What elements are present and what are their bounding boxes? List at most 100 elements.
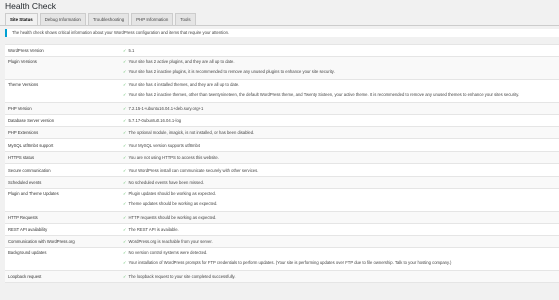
status-label: MySQL utf8mb4 support	[8, 142, 54, 148]
status-message-text: Your site has 2 inactive themes, other t…	[128, 92, 520, 97]
status-message: ✓ 5.7.17-0ubuntu0.16.04.1-log	[123, 118, 557, 123]
status-message: ✓ Your WordPress install can communicate …	[123, 168, 557, 173]
tab-troubleshooting[interactable]: Troubleshooting	[87, 13, 130, 25]
status-message-text: WordPress.org is reachable from your ser…	[128, 239, 213, 244]
check-icon: ✓	[123, 142, 127, 148]
status-message: ✓ WordPress.org is reachable from your se…	[123, 239, 557, 244]
status-message: ✓ HTTP requests should be working as expe…	[123, 215, 557, 220]
status-label: Communication with WordPress.org	[8, 239, 75, 244]
status-values: ✓ 5.7.17-0ubuntu0.16.04.1-log	[123, 115, 557, 126]
status-message: ✓ The REST API is available.	[123, 227, 557, 232]
status-label: WordPress Version	[8, 48, 44, 53]
status-label: PHP Extensions	[8, 130, 39, 135]
status-label: Plugin Versions	[8, 59, 37, 64]
check-icon: ✓	[123, 201, 127, 206]
status-label: Database Server version	[8, 118, 55, 123]
tab-debug-information[interactable]: Debug Information	[39, 13, 86, 25]
status-row: PHP Version ✓ 7.2.15-1+ubuntu16.04.1+deb.s…	[5, 103, 559, 115]
status-label: Secure communication	[8, 167, 51, 173]
check-icon: ✓	[123, 82, 127, 87]
status-values: ✓ No version control systems were detecte…	[123, 248, 557, 270]
status-label: HTTP Requests	[8, 215, 38, 220]
check-icon: ✓	[123, 250, 127, 255]
tab-tools[interactable]: Tools	[175, 13, 196, 25]
status-row: Theme Versions ✓ Your site has 4 installed…	[5, 80, 559, 103]
status-row: Plugin Versions ✓ Your site has 2 active p…	[5, 57, 559, 80]
check-icon: ✓	[123, 69, 127, 74]
check-icon: ✓	[123, 180, 127, 185]
status-message-text: Your WordPress install can communicate s…	[128, 167, 259, 173]
status-row: REST API availability ✓ The REST API is av…	[5, 224, 559, 236]
status-row: Database Server version ✓ 5.7.17-0ubuntu0.…	[5, 115, 559, 127]
status-row: Secure communication ✓ Your WordPress inst…	[5, 164, 559, 177]
check-icon: ✓	[123, 191, 127, 196]
status-values: ✓ Your site has 4 installed themes, and t…	[123, 80, 557, 102]
status-label: Scheduled events	[8, 180, 42, 185]
page-title: Health Check	[5, 1, 57, 11]
check-icon: ✓	[123, 155, 127, 160]
status-message: ✓ The loopback request to your site compl…	[123, 274, 557, 279]
check-icon: ✓	[123, 59, 127, 64]
status-values: ✓ Your MySQL version supports utf8mb4	[123, 139, 557, 151]
status-row: Loopback request ✓ The loopback request to…	[5, 271, 559, 283]
check-icon: ✓	[123, 260, 127, 265]
status-values: ✓ 7.2.15-1+ubuntu16.04.1+deb.sury.org+1	[123, 103, 557, 114]
check-icon: ✓	[123, 92, 127, 97]
check-icon: ✓	[123, 227, 127, 232]
check-icon: ✓	[123, 106, 127, 111]
status-message-text: Your installation of WordPress prompts f…	[128, 260, 452, 265]
status-message: ✓ You are not using HTTPS to access this …	[123, 155, 557, 160]
status-row: WordPress Version ✓ 5.1	[5, 45, 559, 57]
status-message: ✓ No version control systems were detecte…	[123, 250, 557, 255]
status-values: ✓ No scheduled events have been missed.	[123, 177, 557, 188]
status-message: ✓ Your site has 2 active plugins, and the…	[123, 59, 557, 64]
status-values: ✓ The REST API is available.	[123, 224, 557, 235]
status-message-text: Your site has 2 inactive plugins, it is …	[128, 69, 335, 74]
status-message-text: 5.1	[128, 48, 135, 53]
status-message: ✓ Theme updates should be working as expe…	[123, 201, 557, 206]
status-message-text: 7.2.15-1+ubuntu16.04.1+deb.sury.org+1	[128, 106, 204, 111]
status-label: Background updates	[8, 250, 47, 255]
status-label: PHP Version	[8, 106, 32, 111]
status-message-text: You are not using HTTPS to access this w…	[128, 155, 219, 160]
status-row: Background updates ✓ No version control sy…	[5, 248, 559, 271]
check-icon: ✓	[123, 274, 127, 279]
status-row: HTTPS status ✓ You are not using HTTPS to …	[5, 152, 559, 164]
status-label: REST API availability	[8, 227, 48, 232]
status-message-text: Your MySQL version supports utf8mb4	[128, 142, 201, 148]
status-message-text: Plugin updates should be working as expe…	[128, 191, 217, 196]
status-message: ✓ 7.2.15-1+ubuntu16.04.1+deb.sury.org+1	[123, 106, 557, 111]
status-values: ✓ You are not using HTTPS to access this …	[123, 152, 557, 163]
status-message: ✓ Your site has 2 inactive themes, other …	[123, 92, 557, 97]
status-message-text: Your site has 4 installed themes, and th…	[128, 82, 240, 87]
status-message-text: The loopback request to your site comple…	[128, 274, 236, 279]
status-row: HTTP Requests ✓ HTTP requests should be wo…	[5, 212, 559, 224]
status-values: ✓ 5.1	[123, 45, 557, 56]
status-values: ✓ The loopback request to your site compl…	[123, 271, 557, 282]
check-icon: ✓	[123, 48, 127, 53]
status-row: MySQL utf8mb4 support ✓ Your MySQL version…	[5, 139, 559, 152]
status-row: Plugin and Theme Updates ✓ Plugin updates …	[5, 189, 559, 212]
status-message: ✓ Your MySQL version supports utf8mb4	[123, 143, 557, 148]
status-message: ✓ Your installation of WordPress prompts …	[123, 260, 557, 265]
status-message-text: 5.7.17-0ubuntu0.16.04.1-log	[128, 118, 182, 123]
status-message-text: HTTP requests should be working as expec…	[128, 215, 217, 220]
status-message: ✓ Plugin updates should be working as exp…	[123, 191, 557, 196]
status-values: ✓ HTTP requests should be working as expe…	[123, 212, 557, 223]
status-row: PHP Extensions ✓ The optional module, imag…	[5, 127, 559, 139]
status-values: ✓ Plugin updates should be working as exp…	[123, 189, 557, 211]
check-icon: ✓	[123, 118, 127, 123]
tab-php-information[interactable]: PHP Information	[131, 13, 174, 25]
status-values: ✓ WordPress.org is reachable from your se…	[123, 236, 557, 247]
status-label: HTTPS status	[8, 155, 35, 160]
status-message: ✓ Your site has 4 installed themes, and t…	[123, 82, 557, 87]
status-label: Loopback request	[8, 274, 42, 279]
status-message-text: The optional module, imagick, is not ins…	[128, 130, 255, 135]
status-row: Scheduled events ✓ No scheduled events hav…	[5, 177, 559, 189]
status-message: ✓ The optional module, imagick, is not in…	[123, 130, 557, 135]
status-values: ✓ The optional module, imagick, is not in…	[123, 127, 557, 138]
status-label: Theme Versions	[8, 82, 39, 87]
check-icon: ✓	[123, 239, 127, 244]
status-message-text: Your site has 2 active plugins, and they…	[128, 59, 235, 64]
status-message: ✓ Your site has 2 inactive plugins, it is…	[123, 69, 557, 74]
